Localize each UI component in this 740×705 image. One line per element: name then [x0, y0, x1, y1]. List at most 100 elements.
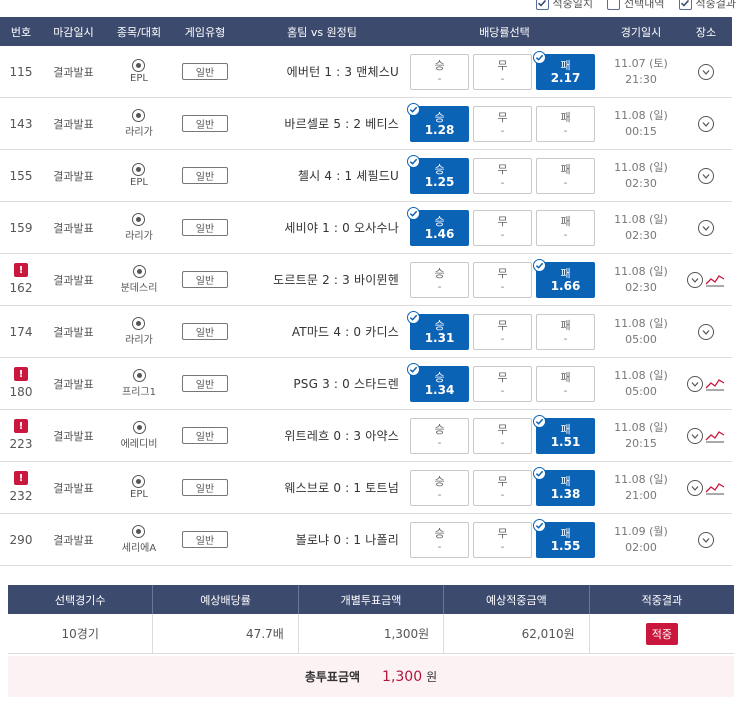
- match-date: 11.09 (월): [614, 524, 668, 538]
- odds-draw-button[interactable]: 무-: [473, 365, 532, 402]
- odds-lose-button[interactable]: 패 1.66: [533, 258, 595, 298]
- odds-draw-button[interactable]: 무-: [473, 521, 532, 558]
- league-cell: 라리가: [105, 202, 173, 253]
- legend-item[interactable]: 적중일치: [535, 0, 593, 11]
- match-cell: 위트레흐 0 : 3 아약스: [237, 410, 407, 461]
- match-cell: 웨스브로 0 : 1 토트넘: [237, 462, 407, 513]
- odds-label: 패: [560, 370, 571, 384]
- odds-draw-button[interactable]: 무-: [473, 261, 532, 298]
- odds-lose-button[interactable]: 패-: [536, 105, 595, 142]
- odds-lose-button[interactable]: 패 2.17: [533, 50, 595, 90]
- odds-draw-button[interactable]: 무-: [473, 209, 532, 246]
- league-cell: 프리그1: [105, 358, 173, 409]
- odds-win-button[interactable]: 승 1.25: [407, 154, 469, 194]
- odds-lose-button[interactable]: 패 1.38: [533, 466, 595, 506]
- table-row: 143 결과발표 라리가 일반 바르셀로 5 : 2 베티스 승 1.28 무 - 패 -11.08…: [0, 98, 732, 150]
- legend-label: 적중결과: [695, 0, 736, 10]
- odds-label: 무: [497, 474, 508, 488]
- location-pin-icon[interactable]: [698, 115, 714, 132]
- odds-label: 패: [560, 266, 571, 280]
- summary-odds: 47.7배: [153, 614, 299, 653]
- league-box: 라리가: [125, 213, 153, 242]
- odds-draw-button[interactable]: 무-: [473, 53, 532, 90]
- check-icon: [407, 310, 420, 324]
- trend-chart-icon[interactable]: [705, 273, 725, 287]
- odds-label: 무: [497, 214, 508, 228]
- odds-lose-button[interactable]: 패 1.55: [533, 518, 595, 558]
- odds-label: 무: [497, 110, 508, 124]
- odds-lose-button[interactable]: 패-: [536, 365, 595, 402]
- match-cell: 볼로냐 0 : 1 나폴리: [237, 514, 407, 565]
- odds-draw-button[interactable]: 무-: [473, 313, 532, 350]
- league-cell: 세리에A: [105, 514, 173, 565]
- location-pin-icon[interactable]: [687, 427, 703, 444]
- place-cell: [680, 46, 732, 97]
- match-clock: 02:30: [625, 228, 657, 242]
- odds-lose-button[interactable]: 패-: [536, 313, 595, 350]
- trend-chart-icon[interactable]: [705, 481, 725, 495]
- summary-games: 10경기: [8, 614, 154, 653]
- trend-chart-icon[interactable]: [705, 429, 725, 443]
- location-pin-icon[interactable]: [687, 271, 703, 288]
- odds-win-button[interactable]: 승-: [410, 521, 469, 558]
- odds-label: 무: [497, 162, 508, 176]
- odds-win-button[interactable]: 승-: [410, 261, 469, 298]
- location-pin-icon[interactable]: [687, 375, 703, 392]
- location-pin-icon[interactable]: [687, 479, 703, 496]
- odds-label: 무: [497, 370, 508, 384]
- odds-label: 승: [434, 526, 445, 540]
- odds-lose-button[interactable]: 패 1.51: [533, 414, 595, 454]
- location-pin-icon[interactable]: [698, 167, 714, 184]
- deadline-text: 결과발표: [53, 325, 94, 339]
- checkbox-icon[interactable]: [607, 0, 621, 10]
- odds-value: -: [437, 487, 442, 501]
- row-number-cell: 159: [0, 202, 42, 253]
- odds-value: 1.46: [424, 226, 455, 241]
- odds-win-button[interactable]: 승 1.31: [407, 310, 469, 350]
- row-number: 223: [9, 436, 33, 451]
- location-pin-icon[interactable]: [698, 531, 714, 548]
- match-date: 11.08 (일): [614, 420, 668, 434]
- league-box: EPL: [130, 59, 148, 84]
- match-date: 11.08 (일): [614, 368, 668, 382]
- place-cell: [680, 514, 732, 565]
- odds-win-button[interactable]: 승 1.28: [407, 102, 469, 142]
- checkbox-checked-icon[interactable]: [535, 0, 549, 10]
- checkbox-checked-icon[interactable]: [678, 0, 692, 10]
- legend-item[interactable]: 적중결과: [678, 0, 736, 11]
- alert-icon: !: [14, 367, 28, 381]
- legend-item[interactable]: 선택내역: [607, 0, 665, 11]
- odds-draw-button[interactable]: 무-: [473, 469, 532, 506]
- odds-draw-button[interactable]: 무-: [473, 105, 532, 142]
- table-row: 174 결과발표 라리가 일반 AT마드 4 : 0 카디스 승 1.31 무 - 패 -11.08…: [0, 306, 732, 358]
- location-pin-icon[interactable]: [698, 63, 714, 80]
- odds-cell: 승 - 무 - 패 1.38: [407, 462, 602, 513]
- odds-win-button[interactable]: 승-: [410, 417, 469, 454]
- location-pin-icon[interactable]: [698, 219, 714, 236]
- odds-draw-button[interactable]: 무-: [473, 417, 532, 454]
- odds-value: -: [563, 331, 568, 345]
- league-cell: EPL: [105, 462, 173, 513]
- game-type-cell: 일반: [173, 254, 237, 305]
- odds-label: 패: [560, 110, 571, 124]
- alert-icon: !: [14, 471, 28, 485]
- match-text: 에버턴 1 : 3 맨체스U: [286, 65, 399, 79]
- odds-lose-button[interactable]: 패-: [536, 157, 595, 194]
- location-pin-icon[interactable]: [698, 323, 714, 340]
- match-date: 11.08 (일): [614, 472, 668, 486]
- soccer-ball-icon: [132, 163, 146, 176]
- table-header: 번호 마감일시 종목/대회 게임유형 홈팀 vs 원정팀 배당률선택 경기일시 …: [0, 17, 732, 46]
- header-no: 번호: [10, 25, 32, 39]
- odds-value: 1.55: [550, 538, 581, 553]
- odds-draw-button[interactable]: 무-: [473, 157, 532, 194]
- total-label: 총투표금액: [304, 670, 361, 684]
- odds-win-button[interactable]: 승-: [410, 53, 469, 90]
- odds-win-button[interactable]: 승 1.34: [407, 362, 469, 402]
- trend-chart-icon[interactable]: [705, 377, 725, 391]
- odds-win-button[interactable]: 승-: [410, 469, 469, 506]
- odds-win-button[interactable]: 승 1.46: [407, 206, 469, 246]
- header-place: 장소: [695, 25, 717, 39]
- league-name: 에레디비: [120, 439, 158, 450]
- league-name: 라리가: [125, 127, 153, 138]
- odds-lose-button[interactable]: 패-: [536, 209, 595, 246]
